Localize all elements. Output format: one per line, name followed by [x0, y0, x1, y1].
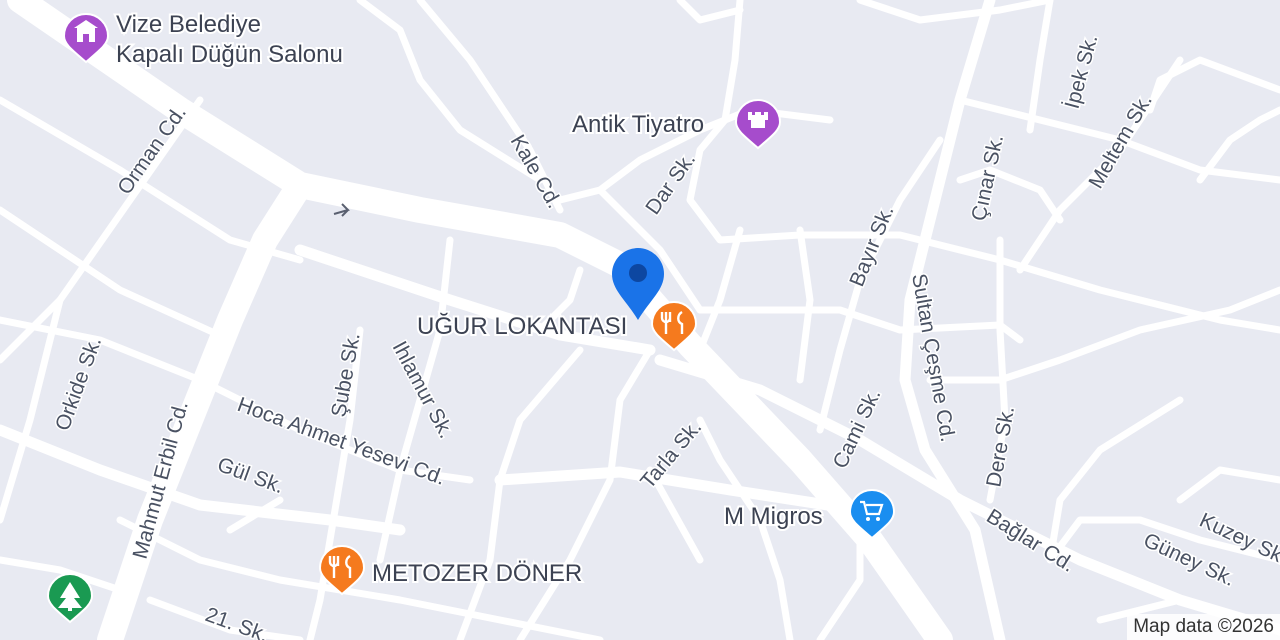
street-label-sube: Şube Sk.	[327, 331, 364, 419]
castle-icon	[748, 112, 768, 128]
map-canvas[interactable]: Orman Cd. Kale Cd. Dar Sk. İpek Sk. Melt…	[0, 0, 1280, 640]
poi-label-antik-tiyatro: Antik Tiyatro	[572, 111, 704, 138]
street-label-kale: Kale Cd.	[506, 131, 566, 212]
road-network: Orman Cd. Kale Cd. Dar Sk. İpek Sk. Melt…	[0, 0, 1280, 640]
poi-label-ugur-lokantasi: UĞUR LOKANTASI	[417, 313, 627, 340]
street-label-ipek: İpek Sk.	[1061, 32, 1103, 111]
poi-label-vize-belediye-line2: Kapalı Düğün Salonu	[116, 41, 343, 68]
minor-roads	[0, 0, 1280, 640]
street-label-21: 21. Sk.	[202, 603, 271, 640]
poi-park[interactable]	[46, 573, 94, 624]
street-label-dere: Dere Sk.	[982, 404, 1019, 488]
street-label-orman: Orman Cd.	[113, 102, 191, 199]
poi-label-vize-belediye: Vize Belediye	[116, 11, 261, 38]
poi-label-migros: M Migros	[724, 503, 823, 530]
map-attribution: Map data ©2026	[1127, 614, 1280, 640]
poi-label-metozer-doner: METOZER DÖNER	[372, 560, 582, 587]
poi-metozer-doner[interactable]: METOZER DÖNER	[318, 545, 584, 596]
street-label-ihlamur: Ihlamur Sk.	[388, 338, 458, 443]
street-label-meltem: Meltem Sk.	[1084, 90, 1156, 192]
street-label-orkide: Orkide Sk.	[51, 334, 106, 434]
street-label-bayir: Bayır Sk.	[845, 202, 898, 290]
street-label-gul: Gül Sk.	[214, 453, 287, 498]
